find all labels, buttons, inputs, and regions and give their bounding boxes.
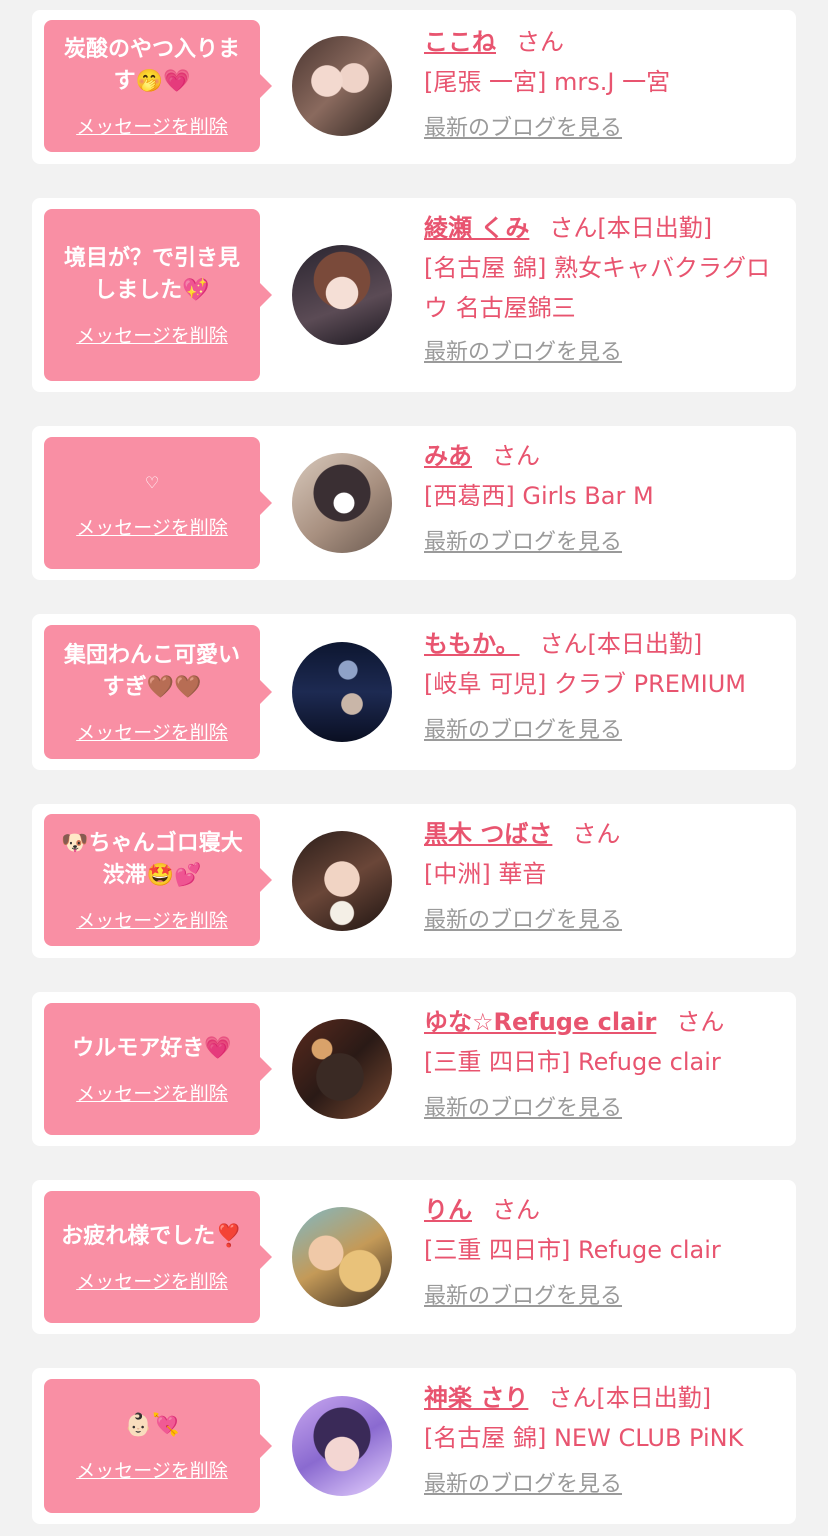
message-bubble: 🐶ちゃんゴロ寝大渋滞🤩💕 メッセージを削除 [44, 814, 272, 946]
cast-name-link[interactable]: ここね [424, 28, 496, 56]
avatar[interactable] [292, 36, 392, 136]
cast-name-link[interactable]: 黒木 つばさ [424, 820, 552, 848]
honorific: さん [549, 214, 598, 242]
latest-blog-link[interactable]: 最新のブログを見る [424, 1094, 622, 1124]
latest-blog-link[interactable]: 最新のブログを見る [424, 716, 622, 746]
cast-name-link[interactable]: 綾瀬 くみ [424, 214, 529, 242]
message-bubble: 境目が？で引き見しました💖 メッセージを削除 [44, 209, 272, 381]
latest-blog-link[interactable]: 最新のブログを見る [424, 1470, 622, 1500]
cast-name-link[interactable]: ゆな☆Refuge clair [424, 1008, 656, 1036]
message-text: ウルモア好き💗 [72, 1035, 232, 1061]
latest-blog-link[interactable]: 最新のブログを見る [424, 528, 622, 558]
message-text: 🐶ちゃんゴロ寝大渋滞🤩💕 [61, 830, 243, 888]
shop-info: [尾張 一宮] mrs.J 一宮 [424, 68, 671, 96]
delete-message-link[interactable]: メッセージを削除 [76, 112, 228, 139]
honorific: さん [516, 28, 564, 56]
message-card: ♡ メッセージを削除 みあ さん [西葛西] Girls Bar M 最新のブログ… [32, 426, 796, 580]
delete-message-link[interactable]: メッセージを削除 [76, 718, 228, 745]
cast-name-link[interactable]: ももか。 [424, 630, 520, 658]
cast-name-link[interactable]: 神楽 さり [424, 1384, 528, 1412]
honorific: さん [492, 1196, 540, 1224]
delete-message-link[interactable]: メッセージを削除 [76, 1079, 228, 1106]
message-text: 集団わんこ可愛いすぎ🤎🤎 [63, 642, 240, 700]
work-status: [本日出勤] [597, 214, 713, 242]
message-bubble: 集団わんこ可愛いすぎ🤎🤎 メッセージを削除 [44, 625, 272, 759]
message-card: 炭酸のやつ入ります🤭💗 メッセージを削除 ここね さん [尾張 一宮] mrs.J… [32, 10, 796, 164]
honorific: さん [676, 1008, 725, 1036]
delete-message-link[interactable]: メッセージを削除 [76, 513, 228, 540]
honorific: さん [548, 1384, 597, 1412]
message-card: 🐶ちゃんゴロ寝大渋滞🤩💕 メッセージを削除 黒木 つばさ さん [中洲] 華音 最… [32, 804, 796, 958]
avatar[interactable] [292, 453, 392, 553]
message-card: お疲れ様でした❣️ メッセージを削除 りん さん [三重 四日市] Refuge … [32, 1180, 796, 1334]
message-bubble: 炭酸のやつ入ります🤭💗 メッセージを削除 [44, 20, 272, 152]
avatar[interactable] [292, 1019, 392, 1119]
message-bubble: 👶🏻💘 メッセージを削除 [44, 1379, 272, 1513]
message-card: 👶🏻💘 メッセージを削除 神楽 さり さん[本日出勤] [名古屋 錦] NEW C… [32, 1368, 796, 1524]
message-bubble: お疲れ様でした❣️ メッセージを削除 [44, 1191, 272, 1323]
delete-message-link[interactable]: メッセージを削除 [76, 906, 228, 933]
shop-info: [三重 四日市] Refuge clair [424, 1048, 721, 1076]
shop-info: [岐阜 可児] クラブ PREMIUM [424, 670, 746, 698]
message-text: お疲れ様でした❣️ [61, 1223, 243, 1249]
message-bubble: ♡ メッセージを削除 [44, 437, 272, 569]
shop-info: [中洲] 華音 [424, 860, 547, 888]
honorific: さん [572, 820, 621, 848]
shop-info: [名古屋 錦] NEW CLUB PiNK [424, 1424, 744, 1452]
latest-blog-link[interactable]: 最新のブログを見る [424, 1282, 622, 1312]
message-card: ウルモア好き💗 メッセージを削除 ゆな☆Refuge clair さん [三重 四… [32, 992, 796, 1146]
avatar[interactable] [292, 1207, 392, 1307]
message-card: 集団わんこ可愛いすぎ🤎🤎 メッセージを削除 ももか。 さん[本日出勤] [岐阜 可… [32, 614, 796, 770]
honorific: さん [492, 442, 540, 470]
shop-info: [名古屋 錦] 熟女キャバクラグロウ 名古屋錦三 [424, 254, 770, 322]
work-status: [本日出勤] [596, 1384, 712, 1412]
message-text: 炭酸のやつ入ります🤭💗 [63, 36, 240, 94]
latest-blog-link[interactable]: 最新のブログを見る [424, 906, 622, 936]
message-card: 境目が？で引き見しました💖 メッセージを削除 綾瀬 くみ さん[本日出勤] [名古… [32, 198, 796, 392]
latest-blog-link[interactable]: 最新のブログを見る [424, 338, 622, 368]
shop-info: [三重 四日市] Refuge clair [424, 1236, 721, 1264]
honorific: さん [539, 630, 588, 658]
avatar[interactable] [292, 1396, 392, 1496]
avatar[interactable] [292, 831, 392, 931]
work-status: [本日出勤] [587, 630, 703, 658]
avatar[interactable] [292, 245, 392, 345]
latest-blog-link[interactable]: 最新のブログを見る [424, 114, 622, 144]
message-text: 👶🏻💘 [124, 1412, 180, 1438]
cast-name-link[interactable]: りん [424, 1196, 472, 1224]
avatar[interactable] [292, 642, 392, 742]
shop-info: [西葛西] Girls Bar M [424, 482, 654, 510]
message-bubble: ウルモア好き💗 メッセージを削除 [44, 1003, 272, 1135]
message-text: 境目が？で引き見しました💖 [63, 245, 240, 303]
cast-name-link[interactable]: みあ [424, 442, 472, 470]
delete-message-link[interactable]: メッセージを削除 [76, 1456, 228, 1483]
delete-message-link[interactable]: メッセージを削除 [76, 321, 228, 348]
delete-message-link[interactable]: メッセージを削除 [76, 1267, 228, 1294]
message-text: ♡ [144, 472, 160, 492]
